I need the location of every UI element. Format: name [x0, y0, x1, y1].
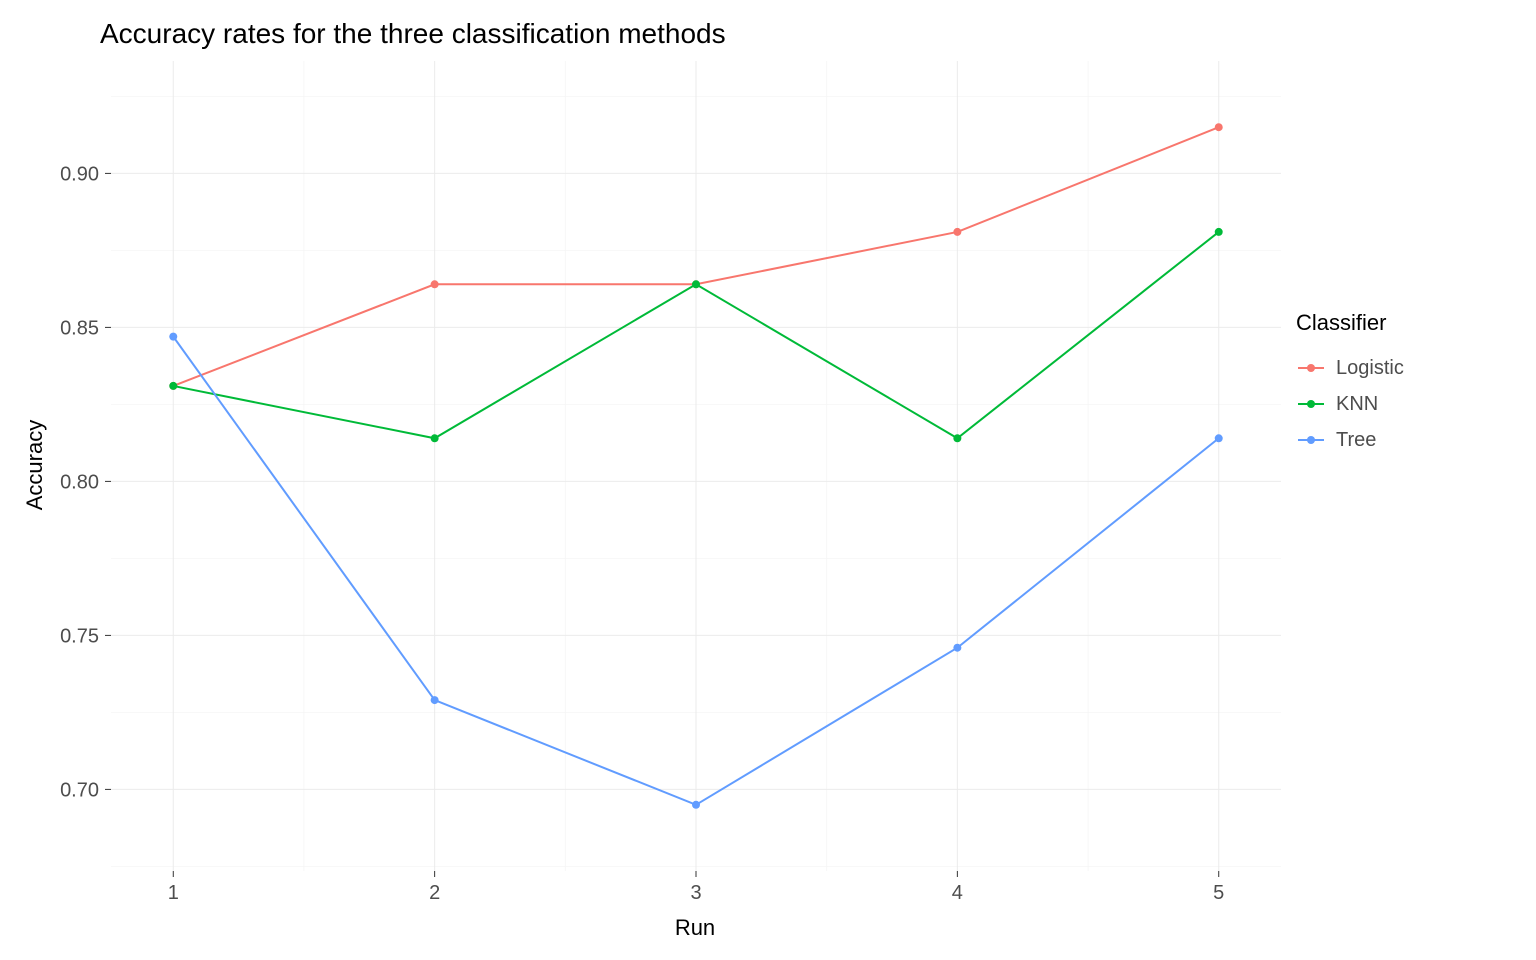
series-point-Logistic	[431, 280, 439, 288]
series-point-Tree	[169, 333, 177, 341]
series-point-KNN	[953, 434, 961, 442]
legend: Classifier Logistic KNN Tree	[1296, 310, 1476, 458]
y-tick-label: 0.90	[60, 163, 99, 185]
x-tick-label: 4	[952, 882, 963, 904]
x-axis: 1 2 3 4 5	[168, 871, 1225, 904]
series-point-Tree	[692, 801, 700, 809]
x-tick-label: 2	[429, 882, 440, 904]
legend-swatch	[1296, 353, 1326, 383]
y-axis: 0.70 0.75 0.80 0.85 0.90	[60, 163, 111, 801]
legend-swatch	[1296, 389, 1326, 419]
legend-label: Logistic	[1336, 357, 1404, 380]
series-point-Tree	[953, 644, 961, 652]
series-point-Logistic	[953, 228, 961, 236]
series-point-Logistic	[1215, 123, 1223, 131]
y-tick-label: 0.80	[60, 471, 99, 493]
y-tick-label: 0.70	[60, 779, 99, 801]
x-tick-label: 5	[1213, 882, 1224, 904]
legend-item-KNN: KNN	[1296, 386, 1476, 422]
legend-swatch	[1296, 425, 1326, 455]
series-point-KNN	[692, 280, 700, 288]
y-tick-label: 0.75	[60, 625, 99, 647]
series-point-Tree	[1215, 434, 1223, 442]
chart-container: Accuracy rates for the three classificat…	[0, 0, 1536, 960]
y-axis-title: Accuracy	[20, 60, 50, 870]
series-point-KNN	[169, 382, 177, 390]
plot-area: 0.700.750.800.850.90 12345	[110, 60, 1282, 872]
legend-item-Tree: Tree	[1296, 422, 1476, 458]
plot-svg: 0.700.750.800.850.90 12345	[111, 61, 1281, 871]
series-point-KNN	[1215, 228, 1223, 236]
series-point-KNN	[431, 434, 439, 442]
x-axis-title: Run	[110, 915, 1280, 941]
legend-title: Classifier	[1296, 310, 1476, 336]
series-point-Tree	[431, 696, 439, 704]
x-tick-label: 3	[690, 882, 701, 904]
legend-items: Logistic KNN Tree	[1296, 350, 1476, 458]
x-tick-label: 1	[168, 882, 179, 904]
y-tick-label: 0.85	[60, 317, 99, 339]
legend-label: KNN	[1336, 393, 1378, 416]
chart-title: Accuracy rates for the three classificat…	[100, 18, 726, 50]
legend-item-Logistic: Logistic	[1296, 350, 1476, 386]
legend-label: Tree	[1336, 429, 1376, 452]
